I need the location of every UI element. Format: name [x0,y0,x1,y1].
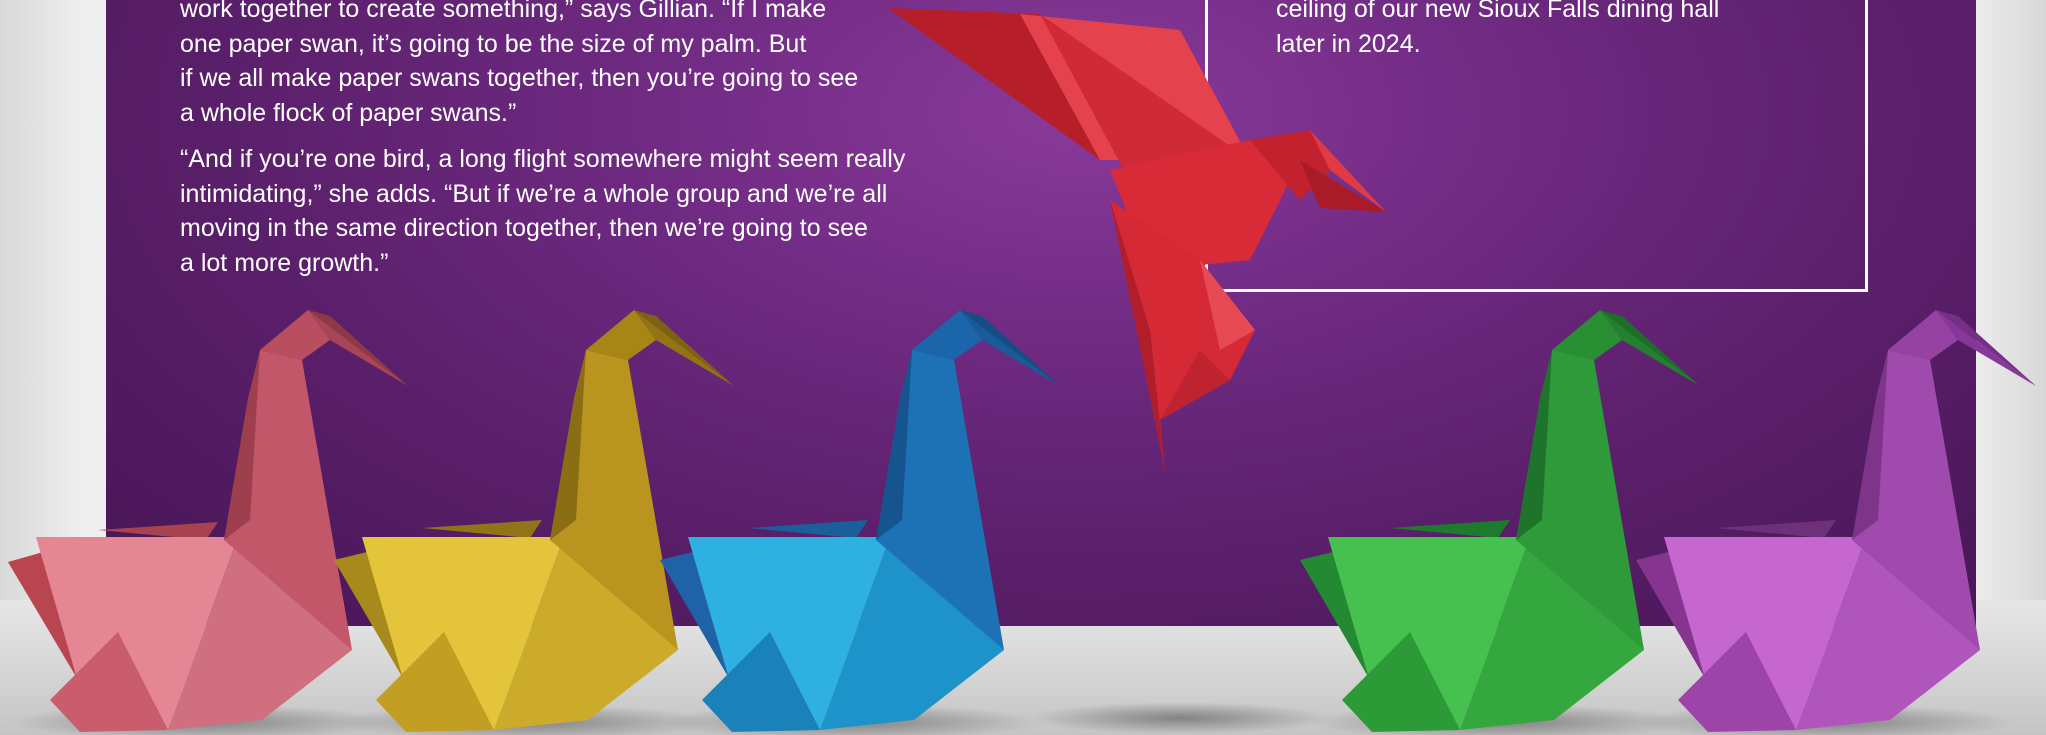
blue-swan-icon [660,310,1060,732]
red-origami-bird-icon [888,8,1386,470]
purple-swan-icon [1636,310,2036,732]
yellow-swan-icon [334,310,734,732]
pink-swan-icon [8,310,408,732]
origami-illustration [8,8,2036,735]
green-swan-icon [1300,310,1700,732]
